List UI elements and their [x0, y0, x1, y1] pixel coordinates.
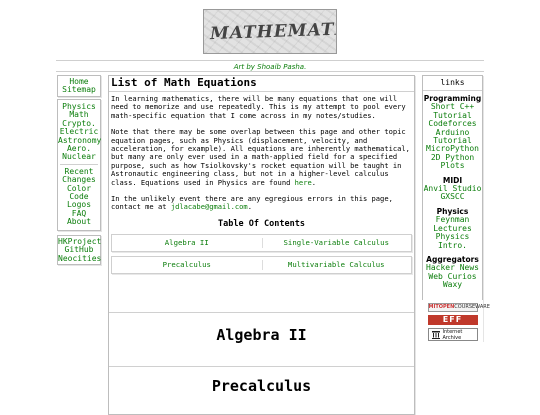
toc-link-algebra-ii[interactable]: Algebra II [112, 238, 262, 247]
links-group-midi: MIDI Anvil Studio GXSCC [423, 173, 482, 204]
nav-link-about[interactable]: About [58, 217, 100, 226]
ocw-courseware: COURSEWARE [454, 304, 490, 310]
toc-row: Algebra II Single-Variable Calculus [111, 234, 412, 253]
toc-link-multivariable-calculus[interactable]: Multivariable Calculus [262, 260, 412, 269]
links-group-physics: Physics Feynman Lectures Physics Intro. [423, 204, 482, 252]
email-link[interactable]: jdlacabe@gmail.com [171, 202, 248, 211]
art-credit: Art by Shoaib Pasha. [233, 63, 307, 71]
overlap-paragraph: Note that there may be some overlap betw… [111, 127, 412, 187]
header-divider-bottom [56, 71, 484, 72]
links-group-programming: Programming Short C++ Tutorial Codeforce… [423, 91, 482, 173]
ocw-mit: MIT [428, 304, 439, 310]
toc-link-precalculus[interactable]: Precalculus [112, 260, 262, 269]
link-intro[interactable]: Intro. [423, 241, 482, 250]
physics-equations-link[interactable]: here [295, 178, 312, 187]
eff-badge[interactable]: EFF [427, 315, 478, 325]
page-title: List of Math Equations [109, 76, 414, 92]
left-nav-box-topics: Physics Math Crypto. Electric Astronomy … [57, 99, 101, 231]
nav-link-nuclear[interactable]: Nuclear [58, 153, 100, 162]
internet-archive-badge[interactable]: Internet Archive [427, 328, 478, 341]
link-gxscc[interactable]: GXSCC [423, 193, 482, 202]
badges-box: MITOPENCOURSEWARE EFF Internet Archive [422, 300, 490, 342]
main-content: List of Math Equations In learning mathe… [108, 75, 415, 415]
errors-paragraph: In the unlikely event there are any egre… [111, 194, 412, 212]
link-plots[interactable]: Plots [423, 161, 482, 170]
banner-text: MATHEMATICS [209, 18, 337, 45]
link-waxy[interactable]: Waxy [423, 280, 482, 289]
overlap-end: . [311, 177, 317, 187]
header-divider-top [56, 60, 484, 61]
links-group-aggregators: Aggregators Hacker News Web Curios Waxy [423, 252, 482, 292]
intro-paragraph: In learning mathematics, there will be m… [111, 94, 412, 120]
nav-link-sitemap[interactable]: Sitemap [58, 85, 100, 94]
ocw-open: OPEN [438, 304, 455, 310]
overlap-text: Note that there may be some overlap betw… [111, 127, 410, 187]
archive-temple-icon [431, 331, 440, 339]
left-nav-box-home: Home Sitemap [57, 75, 101, 97]
left-nav-box-external: HKProject GitHub Neocities [57, 235, 101, 265]
toc-row: Precalculus Multivariable Calculus [111, 256, 412, 275]
nav-link-neocities[interactable]: Neocities [58, 254, 101, 263]
ia-line2: Archive [442, 334, 462, 341]
intro-text: In learning mathematics, there will be m… [111, 94, 406, 120]
mathematics-banner: MATHEMATICS [203, 9, 337, 54]
toc-link-single-variable-calculus[interactable]: Single-Variable Calculus [262, 238, 412, 247]
section-algebra-ii: Algebra II [109, 312, 414, 344]
section-heading-precalculus: Precalculus [211, 377, 312, 395]
section-heading-algebra-ii: Algebra II [216, 326, 307, 344]
section-precalculus: Precalculus [109, 366, 414, 395]
errors-end: . [247, 202, 252, 212]
mit-ocw-badge[interactable]: MITOPENCOURSEWARE [427, 303, 490, 312]
links-title: links [423, 76, 482, 91]
toc-title: Table Of Contents [218, 218, 305, 229]
